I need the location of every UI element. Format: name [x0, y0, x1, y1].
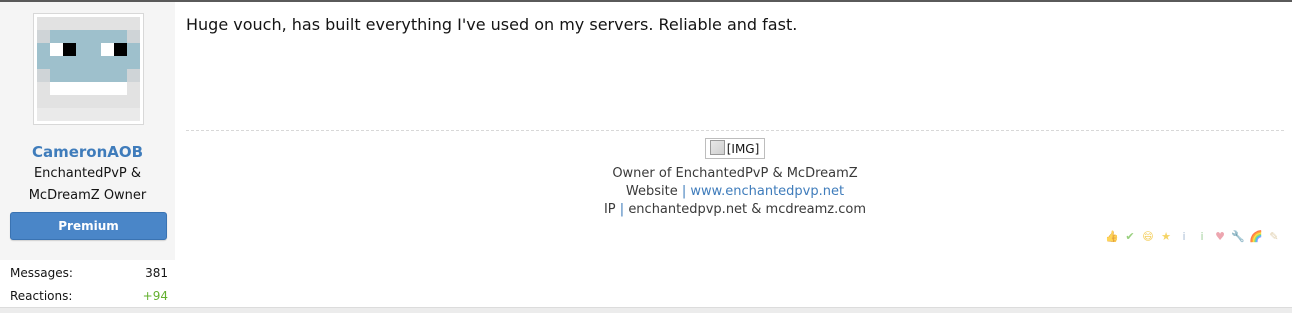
funny-reaction-icon[interactable]: 😄 — [1140, 228, 1156, 244]
website-label: Website — [625, 184, 678, 199]
avatar[interactable] — [33, 13, 144, 125]
stat-reactions-label: Reactions: — [10, 289, 73, 303]
post-top-border — [0, 0, 1292, 2]
stat-messages-value[interactable]: 381 — [145, 265, 168, 281]
rainbow-reaction-icon[interactable]: 🌈 — [1248, 228, 1264, 244]
stat-reactions-value: +94 — [142, 289, 168, 303]
ip-label: IP — [603, 202, 616, 217]
ip-value: enchantedpvp.net & mcdreamz.com — [628, 202, 867, 217]
separator: | — [681, 184, 687, 199]
avatar-image — [37, 17, 140, 121]
website-link[interactable]: www.enchantedpvp.net — [690, 184, 844, 199]
username-link[interactable]: CameronAOB — [0, 143, 175, 161]
post-body: Huge vouch, has built everything I've us… — [186, 15, 798, 34]
signature-line1: Owner of EnchantedPvP & McDreamZ — [612, 166, 858, 181]
signature-image-alt: [IMG] — [726, 142, 760, 156]
reaction-bar: 👍 ✔ 😄 ★ i i ♥ 🔧 🌈 ✎ — [1104, 228, 1282, 244]
stat-messages-label: Messages: — [10, 266, 73, 280]
love-reaction-icon[interactable]: ♥ — [1212, 228, 1228, 244]
separator: | — [619, 202, 625, 217]
premium-badge[interactable]: Premium — [10, 212, 167, 240]
post-bottom-border — [0, 307, 1292, 313]
user-title: EnchantedPvP & McDreamZ Owner — [28, 166, 147, 203]
winner-reaction-icon[interactable]: ★ — [1158, 228, 1174, 244]
signature-image: [IMG] — [704, 138, 766, 159]
broken-image-icon — [709, 140, 725, 155]
signature: [IMG] Owner of EnchantedPvP & McDreamZ W… — [186, 138, 1284, 219]
user-sidebar: CameronAOB EnchantedPvP & McDreamZ Owner… — [0, 2, 175, 307]
user-stats: Messages: 381 Reactions: +94 — [0, 260, 175, 307]
fix-reaction-icon[interactable]: 🔧 — [1230, 228, 1246, 244]
agree-reaction-icon[interactable]: ✔ — [1122, 228, 1138, 244]
signature-website-line: Website | www.enchantedpvp.net — [186, 183, 1284, 201]
useful-reaction-icon[interactable]: i — [1194, 228, 1210, 244]
signature-divider — [186, 130, 1284, 131]
informative-reaction-icon[interactable]: i — [1176, 228, 1192, 244]
like-reaction-icon[interactable]: 👍 — [1104, 228, 1120, 244]
creative-reaction-icon[interactable]: ✎ — [1266, 228, 1282, 244]
signature-ip-line: IP | enchantedpvp.net & mcdreamz.com — [186, 201, 1284, 219]
